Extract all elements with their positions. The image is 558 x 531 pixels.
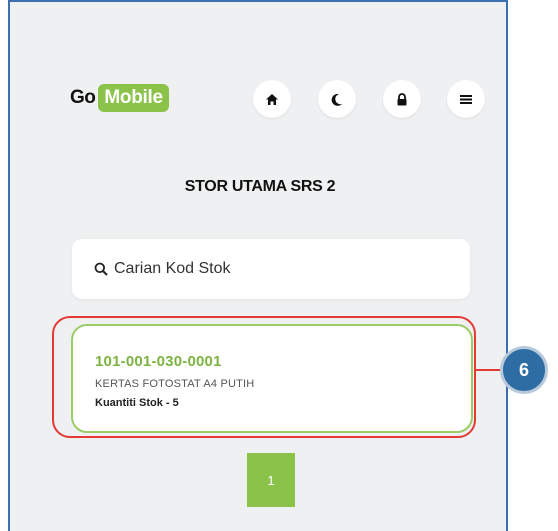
lock-button[interactable]	[383, 80, 421, 118]
highlight-outline	[52, 316, 476, 438]
callout-connector-line	[476, 369, 500, 371]
home-button[interactable]	[253, 80, 291, 118]
home-icon	[265, 93, 279, 106]
menu-button[interactable]	[447, 80, 485, 118]
callout-number-badge: 6	[500, 346, 548, 394]
logo-go-text: Go	[70, 87, 96, 108]
lock-icon	[396, 92, 408, 106]
app-logo[interactable]: Go Mobile	[70, 83, 169, 113]
search-input[interactable]	[114, 260, 434, 278]
menu-icon	[460, 94, 472, 105]
search-box[interactable]	[72, 239, 470, 299]
search-icon	[94, 262, 108, 276]
dark-mode-button[interactable]	[318, 80, 356, 118]
pagination-page-button[interactable]: 1	[247, 453, 295, 507]
page-title: STOR UTAMA SRS 2	[184, 178, 336, 195]
logo-mobile-badge: Mobile	[98, 84, 169, 112]
app-frame: Go Mobile STOR UTAMA SRS 2 101-001-030-0…	[8, 0, 508, 531]
moon-icon	[331, 93, 343, 106]
